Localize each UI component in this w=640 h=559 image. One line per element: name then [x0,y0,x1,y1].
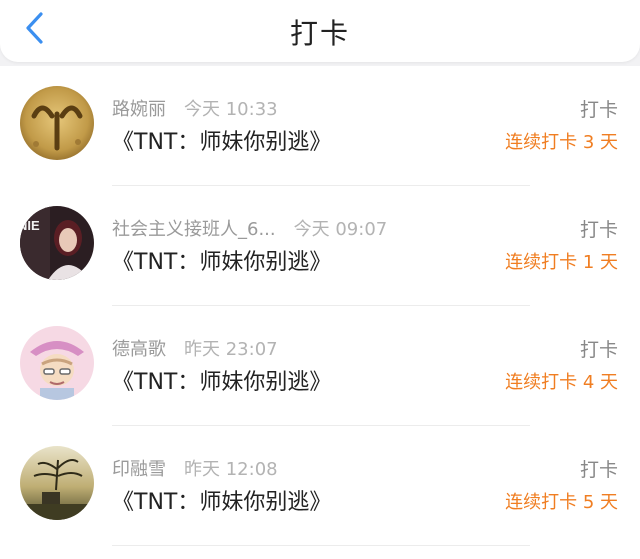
streak-badge: 连续打卡 1 天 [505,252,618,273]
record-type-label: 打卡 [579,219,618,241]
avatar[interactable] [20,326,94,400]
header-bar: 打卡 [0,0,640,62]
user-name[interactable]: 社会主义接班人_6... [112,219,276,240]
streak-badge: 连续打卡 4 天 [505,372,618,393]
user-meta: 路婉丽 今天 10:33 [112,95,278,121]
work-title[interactable]: 《TNT：师妹你别逃》 [112,484,331,516]
user-name[interactable]: 印融雪 [112,459,166,480]
work-title[interactable]: 《TNT：师妹你别逃》 [112,364,331,396]
checkin-time: 昨天 23:07 [184,339,278,360]
work-title[interactable]: 《TNT：师妹你别逃》 [112,124,331,156]
user-meta: 印融雪 昨天 12:08 [112,455,278,481]
user-name[interactable]: 路婉丽 [112,99,166,120]
streak-badge: 连续打卡 3 天 [505,132,618,153]
checkin-time: 今天 09:07 [293,219,388,240]
record-type-label: 打卡 [579,459,618,481]
checkin-time: 今天 10:33 [184,99,278,120]
divider [112,545,530,546]
avatar[interactable]: NIE [20,206,94,280]
list-item[interactable]: 德高歌 昨天 23:07 《TNT：师妹你别逃》 打卡 连续打卡 4 天 [0,306,640,426]
list-item[interactable]: NIE 社会主义接班人_6... 今天 09:07 《TNT：师妹你别逃》 打卡 … [0,186,640,306]
checkin-list: 路婉丽 今天 10:33 《TNT：师妹你别逃》 打卡 连续打卡 3 天 NIE … [0,66,640,559]
avatar[interactable] [20,446,94,520]
streak-badge: 连续打卡 5 天 [505,492,618,513]
svg-text:NIE: NIE [20,218,40,233]
page-title: 打卡 [289,17,350,50]
user-meta: 德高歌 昨天 23:07 [112,335,278,361]
list-item[interactable]: 路婉丽 今天 10:33 《TNT：师妹你别逃》 打卡 连续打卡 3 天 [0,66,640,186]
list-item[interactable]: 印融雪 昨天 12:08 《TNT：师妹你别逃》 打卡 连续打卡 5 天 [0,426,640,546]
record-type-label: 打卡 [579,339,618,361]
record-type-label: 打卡 [579,99,618,121]
checkin-time: 昨天 12:08 [184,459,278,480]
user-meta: 社会主义接班人_6... 今天 09:07 [112,215,387,241]
avatar[interactable] [20,86,94,160]
user-name[interactable]: 德高歌 [112,339,166,360]
work-title[interactable]: 《TNT：师妹你别逃》 [112,244,331,276]
